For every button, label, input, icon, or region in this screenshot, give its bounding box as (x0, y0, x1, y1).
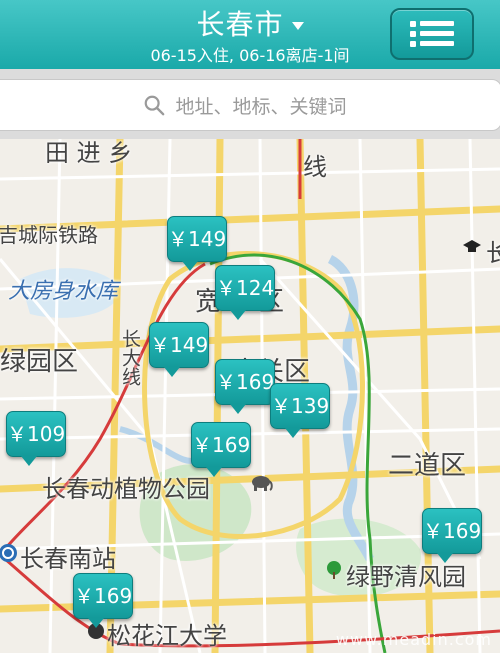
top-header: 长春市 06-15入住, 06-16离店-1间 (0, 0, 500, 70)
city-title[interactable]: 长春市 (196, 8, 283, 41)
map-label-zoo: 长春动植物公园 (42, 475, 210, 503)
search-bar: 地址、地标、关键词 (0, 69, 500, 139)
map-label-university: 松花江大学 (107, 622, 227, 650)
hotel-price-pin[interactable]: ￥139 (270, 383, 330, 438)
hotel-price-pin[interactable]: ￥109 (6, 411, 66, 466)
hotel-price-pin[interactable]: ￥169 (422, 508, 482, 563)
search-input[interactable]: 地址、地标、关键词 (0, 79, 500, 131)
tree-icon (327, 561, 341, 579)
hotel-price-pin[interactable]: ￥149 (167, 216, 227, 271)
hotel-price-pin[interactable]: ￥169 (215, 359, 275, 414)
map-label-lvyuan: 绿园区 (0, 347, 79, 377)
map-label-erdao: 二道区 (388, 451, 467, 481)
elephant-icon (252, 476, 273, 491)
map-label-railway: 吉城际铁路 (0, 223, 98, 247)
list-view-button[interactable] (390, 8, 474, 60)
map-label-changda: 长大线 (119, 329, 141, 386)
map-label-reservoir: 大房身水库 (8, 279, 119, 304)
watermark: www.meadin.com (335, 630, 492, 649)
hotel-price-pin[interactable]: ￥169 (73, 573, 133, 628)
station-icon (0, 544, 17, 562)
map-label-right-cut: 长 (486, 239, 500, 267)
map-label-top-line: 线 (303, 153, 327, 181)
search-icon (145, 95, 165, 116)
graduation-cap-icon (463, 240, 481, 252)
hotel-price-pin[interactable]: ￥124 (215, 265, 275, 320)
dropdown-caret-icon[interactable] (291, 21, 304, 30)
map-view[interactable]: 田 进 乡 线 吉城际铁路 大房身水库 绿园区 宽 区 南关区 长大线 二道区 … (0, 139, 500, 653)
map-label-south-station: 长春南站 (20, 545, 116, 573)
search-placeholder: 地址、地标、关键词 (175, 95, 347, 118)
hotel-price-pin[interactable]: ￥169 (191, 422, 251, 477)
list-icon (410, 21, 454, 47)
map-label-tianjin: 田 进 乡 (45, 139, 133, 167)
hotel-price-pin[interactable]: ￥149 (149, 322, 209, 377)
